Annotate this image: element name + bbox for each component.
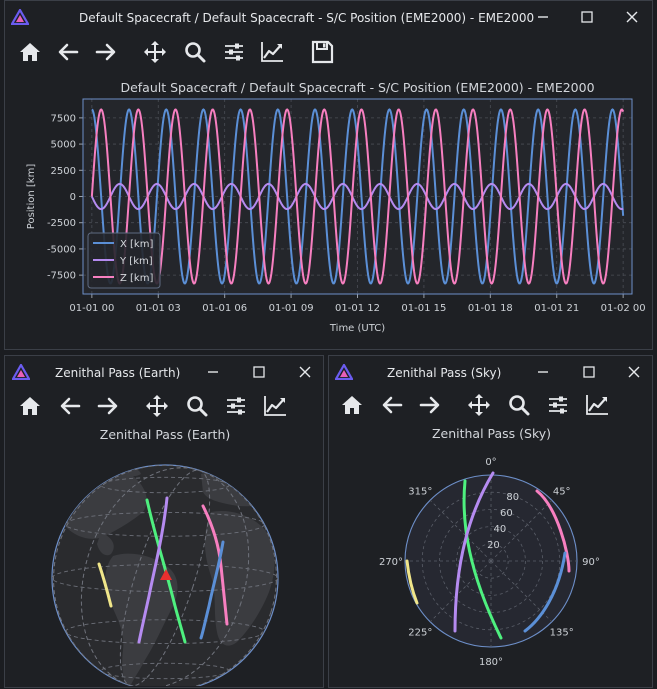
y-tick-label: 0 [70,192,76,203]
angle-label: 225° [408,628,432,639]
radial-label: 40 [494,524,507,535]
home-icon[interactable] [339,392,365,418]
legend-label: Z [km] [120,273,153,284]
edit-axis-icon[interactable] [262,393,288,419]
window-title: Zenithal Pass (Sky) [387,366,502,380]
x-tick-label: 01-01 18 [468,303,513,314]
app-logo-icon [11,9,29,25]
forward-arrow-icon[interactable] [93,39,119,65]
radial-label: 60 [500,508,513,519]
x-tick-label: 01-01 21 [534,303,579,314]
y-tick-label: 5000 [51,140,76,151]
position-plot-window: Default Spacecraft / Default Spacecraft … [4,0,653,350]
back-arrow-icon[interactable] [379,392,405,418]
window-title: Zenithal Pass (Earth) [55,366,181,380]
y-tick-label: -5000 [47,244,76,255]
x-axis-label: Time (UTC) [329,323,385,334]
angle-label: 135° [550,628,574,639]
pan-icon[interactable] [144,393,170,419]
angle-label: 0° [485,457,496,468]
back-arrow-icon[interactable] [55,39,81,65]
legend-label: X [km] [120,239,153,250]
window-title: Default Spacecraft / Default Spacecraft … [79,11,535,25]
plot-title: Zenithal Pass (Earth) [99,427,231,442]
legend: X [km] Y [km] Z [km] [87,232,161,289]
app-logo-icon [12,364,30,380]
forward-arrow-icon[interactable] [95,393,121,419]
plot-title: Zenithal Pass (Sky) [431,426,552,441]
sky-polar-plot[interactable]: 0° 45° 90° 135° 180° 225° 270° 315° 20 40 60 80 [329,443,653,688]
plot-title: Default Spacecraft / Default Spacecraft … [120,80,595,95]
x-tick-label: 01-01 15 [401,303,446,314]
edit-axis-icon[interactable] [584,392,610,418]
title-bar[interactable]: Default Spacecraft / Default Spacecraft … [5,1,652,35]
y-tick-label: 7500 [51,113,76,124]
x-tick-label: 01-01 00 [69,303,114,314]
maximize-icon[interactable] [576,6,598,28]
home-icon[interactable] [17,39,43,65]
polar-grid: 0° 45° 90° 135° 180° 225° 270° 315° 20 40 60 80 [379,457,600,668]
forward-arrow-icon[interactable] [417,392,443,418]
zenithal-sky-window: Zenithal Pass (Sky) Zenithal Pass (Sky) … [328,355,653,688]
zoom-icon[interactable] [182,39,208,65]
x-tick-label: 01-01 09 [269,303,314,314]
zoom-icon[interactable] [184,393,210,419]
x-tick-label: 01-01 12 [335,303,380,314]
angle-label: 315° [408,486,432,497]
close-icon[interactable] [621,6,643,28]
minimize-icon[interactable] [532,361,554,383]
configure-subplots-icon[interactable] [223,393,249,419]
zenithal-earth-window: Zenithal Pass (Earth) Zenithal Pass (Ear… [4,355,324,688]
configure-subplots-icon[interactable] [545,392,571,418]
save-icon[interactable] [309,39,335,65]
y-axis-label: Position [km] [26,164,37,230]
minimize-icon[interactable] [202,361,224,383]
position-line-chart[interactable]: 01-01 00 01-01 03 01-01 06 01-01 09 01-01 12… [5,97,653,347]
edit-axis-icon[interactable] [259,39,285,65]
back-arrow-icon[interactable] [57,393,83,419]
y-tick-label: 2500 [51,166,76,177]
maximize-icon[interactable] [248,361,270,383]
pan-icon[interactable] [466,392,492,418]
close-icon[interactable] [623,361,645,383]
radial-label: 20 [487,540,500,551]
y-tick-label: -2500 [47,218,76,229]
maximize-icon[interactable] [578,361,600,383]
x-tick-label: 01-01 06 [202,303,247,314]
close-icon[interactable] [294,361,316,383]
angle-label: 90° [582,557,600,568]
title-bar[interactable]: Zenithal Pass (Earth) [5,356,323,390]
earth-globe-map[interactable] [5,446,324,686]
zoom-icon[interactable] [506,392,532,418]
title-bar[interactable]: Zenithal Pass (Sky) [329,356,652,390]
configure-subplots-icon[interactable] [221,39,247,65]
minimize-icon[interactable] [532,6,554,28]
x-tick-label: 01-01 03 [136,303,181,314]
y-tick-label: -7500 [47,271,76,282]
app-logo-icon [335,364,353,380]
legend-label: Y [km] [119,256,153,267]
pan-icon[interactable] [142,39,168,65]
angle-label: 180° [479,657,503,668]
angle-label: 270° [379,557,403,568]
radial-label: 80 [506,492,519,503]
home-icon[interactable] [17,393,43,419]
angle-label: 45° [553,486,571,497]
x-tick-label: 01-02 00 [601,303,646,314]
